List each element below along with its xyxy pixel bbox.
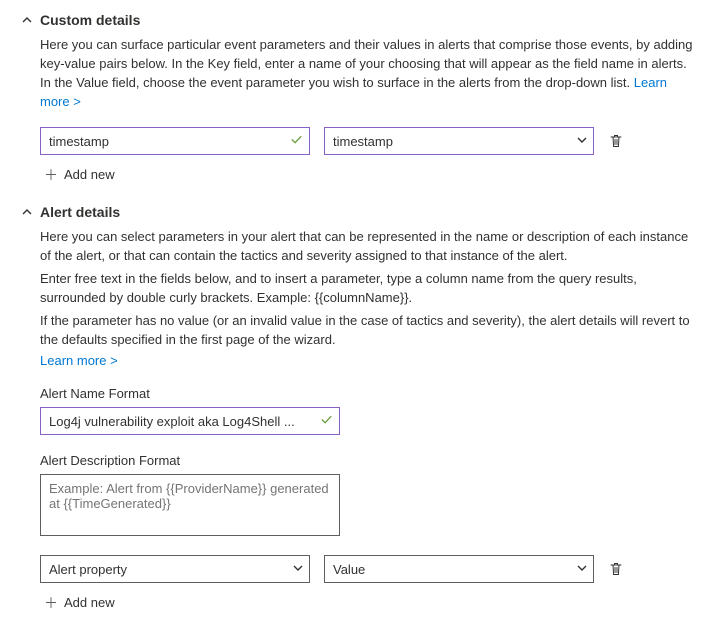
custom-key-input[interactable] xyxy=(40,127,310,155)
alert-add-new-button[interactable]: ＋ Add new xyxy=(44,595,700,610)
custom-details-title: Custom details xyxy=(40,12,140,28)
alert-desc-format-label: Alert Description Format xyxy=(40,453,700,468)
add-new-label: Add new xyxy=(64,167,115,182)
alert-name-format-input[interactable] xyxy=(40,407,340,435)
custom-value-select[interactable]: timestamp xyxy=(324,127,594,155)
alert-property-select[interactable]: Alert property xyxy=(40,555,310,583)
alert-details-desc3: If the parameter has no value (or an inv… xyxy=(40,312,700,350)
custom-details-header[interactable]: Custom details xyxy=(18,12,700,28)
delete-row-button[interactable] xyxy=(608,133,624,149)
alert-details-learn-more[interactable]: Learn more > xyxy=(40,353,700,368)
alert-name-format-label: Alert Name Format xyxy=(40,386,700,401)
alert-value-select[interactable]: Value xyxy=(324,555,594,583)
plus-icon: ＋ xyxy=(44,596,58,610)
custom-details-description: Here you can surface particular event pa… xyxy=(40,36,700,111)
custom-add-new-button[interactable]: ＋ Add new xyxy=(44,167,700,182)
alert-details-desc1: Here you can select parameters in your a… xyxy=(40,228,700,266)
alert-details-title: Alert details xyxy=(40,204,120,220)
add-new-label: Add new xyxy=(64,595,115,610)
alert-details-desc2: Enter free text in the fields below, and… xyxy=(40,270,700,308)
chevron-up-icon xyxy=(18,207,36,217)
chevron-up-icon xyxy=(18,15,36,25)
alert-desc-format-textarea[interactable] xyxy=(40,474,340,536)
alert-details-header[interactable]: Alert details xyxy=(18,204,700,220)
plus-icon: ＋ xyxy=(44,168,58,182)
delete-row-button[interactable] xyxy=(608,561,624,577)
